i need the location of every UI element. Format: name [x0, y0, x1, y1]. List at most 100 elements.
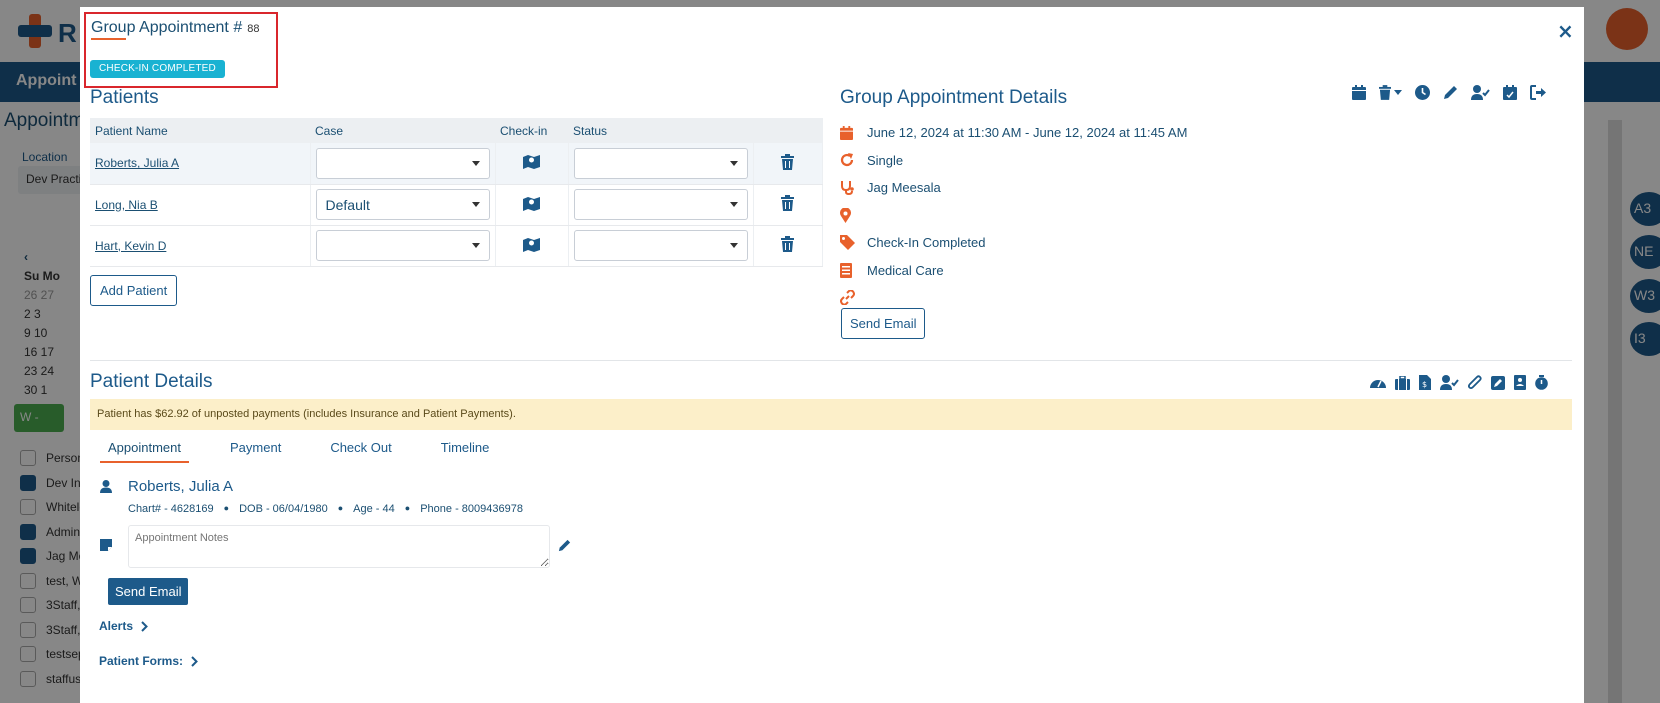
link-icon: [840, 290, 855, 306]
modal-title-text: Group Appointment #: [91, 19, 243, 36]
group-details-heading: Group Appointment Details: [840, 87, 1068, 108]
detail-provider-text: Jag Meesala: [867, 180, 941, 196]
appointment-notes-input[interactable]: [128, 525, 550, 568]
status-select[interactable]: [573, 230, 748, 261]
separator-dot: ●: [337, 503, 344, 513]
alerts-label: Alerts: [99, 619, 134, 633]
table-row[interactable]: Roberts, Julia A: [90, 143, 823, 185]
patient-link[interactable]: Hart, Kevin D: [95, 239, 166, 253]
detail-type: Medical Care: [840, 257, 1187, 285]
user-check-icon[interactable]: [1471, 85, 1490, 100]
sign-out-icon[interactable]: [1530, 85, 1546, 100]
detail-recurrence-text: Single: [867, 152, 904, 168]
trash-icon[interactable]: [781, 236, 795, 252]
chevron-down-icon: [729, 202, 738, 207]
patient-dob: DOB - 06/04/1980: [239, 503, 328, 515]
chevron-right-icon: [191, 655, 198, 667]
close-icon[interactable]: ×: [1557, 19, 1574, 43]
map-marker-icon[interactable]: [523, 237, 540, 252]
patient-forms-label: Patient Forms:: [99, 654, 184, 668]
case-select[interactable]: [315, 230, 490, 261]
sticky-note-icon: [100, 539, 112, 551]
modal-title: Group Appointment # 88: [91, 19, 259, 37]
title-underline: [91, 38, 126, 40]
column-header: Patient Name: [90, 118, 310, 143]
trash-icon: [1379, 85, 1391, 100]
pencil-icon[interactable]: [558, 539, 571, 552]
invoice-icon[interactable]: $: [1419, 375, 1431, 390]
separator-dot: ●: [223, 503, 230, 513]
case-select[interactable]: [315, 147, 490, 179]
group-appointment-modal: Group Appointment # 88 CHECK-IN COMPLETE…: [80, 7, 1584, 703]
group-send-email-button[interactable]: Send Email: [841, 308, 926, 339]
status-select[interactable]: [573, 147, 748, 179]
patient-link[interactable]: Roberts, Julia A: [95, 156, 179, 170]
chevron-down-icon: [471, 160, 480, 166]
patient-phone: Phone - 8009436978: [420, 503, 523, 515]
map-pin-icon: [840, 207, 851, 223]
group-details-list: June 12, 2024 at 11:30 AM - June 12, 202…: [840, 119, 1187, 312]
table-row[interactable]: Hart, Kevin D: [90, 225, 823, 267]
table-header: Patient Name Case Check-in Status: [90, 118, 823, 143]
chevron-right-icon: [141, 620, 148, 632]
patient-chart: Chart# - 4628169: [128, 503, 214, 515]
detail-type-text: Medical Care: [867, 262, 944, 278]
briefcase-icon[interactable]: [1395, 375, 1410, 390]
column-header: Status: [568, 118, 753, 143]
map-marker-icon[interactable]: [523, 154, 540, 170]
patient-link[interactable]: Long, Nia B: [95, 198, 158, 212]
tab-check-out[interactable]: Check Out: [322, 440, 399, 463]
patient-details-heading: Patient Details: [90, 371, 213, 392]
table-row[interactable]: Long, Nia B Default: [90, 184, 823, 226]
trash-icon[interactable]: [781, 195, 795, 211]
user-check-icon[interactable]: [1440, 375, 1459, 390]
column-header: Case: [310, 118, 495, 143]
tag-icon: [840, 235, 855, 251]
tab-appointment[interactable]: Appointment: [100, 440, 189, 463]
edit-note-icon[interactable]: [1491, 375, 1505, 390]
patient-toolbar: $: [1370, 375, 1548, 390]
user-icon: [100, 480, 112, 493]
delete-dropdown[interactable]: [1379, 85, 1402, 100]
status-select[interactable]: [573, 189, 748, 220]
chevron-down-icon: [729, 160, 738, 166]
unposted-payments-banner: Patient has $62.92 of unposted payments …: [90, 399, 1572, 430]
appointment-number: 88: [247, 23, 260, 35]
stopwatch-icon[interactable]: [1535, 375, 1548, 390]
patient-name[interactable]: Roberts, Julia A: [128, 478, 233, 495]
list-icon: [840, 262, 852, 278]
column-header-actions: [753, 118, 823, 143]
svg-text:$: $: [1422, 380, 1427, 389]
patients-table: Patient Name Case Check-in Status Robert…: [90, 118, 823, 267]
chevron-down-icon: [471, 243, 480, 248]
detail-provider: Jag Meesala: [840, 174, 1187, 202]
column-header: Check-in: [495, 118, 568, 143]
detail-recurrence: Single: [840, 147, 1187, 175]
chevron-down-icon: [1394, 90, 1402, 95]
patient-forms-toggle[interactable]: Patient Forms:: [99, 654, 198, 668]
detail-datetime: June 12, 2024 at 11:30 AM - June 12, 202…: [840, 119, 1187, 147]
calendar-icon: [840, 125, 853, 140]
alerts-toggle[interactable]: Alerts: [99, 619, 148, 633]
tab-timeline[interactable]: Timeline: [433, 440, 498, 463]
patient-meta: Chart# - 4628169 ● DOB - 06/04/1980 ● Age …: [128, 503, 523, 515]
patient-name-row: Roberts, Julia A: [100, 478, 233, 495]
detail-status: Check-In Completed: [840, 229, 1187, 257]
tab-payment[interactable]: Payment: [222, 440, 289, 463]
chevron-down-icon: [471, 202, 480, 207]
contact-card-icon[interactable]: [1514, 375, 1526, 390]
dashboard-icon[interactable]: [1370, 376, 1386, 389]
case-value: Default: [325, 196, 370, 213]
calendar-check-icon[interactable]: [1503, 85, 1517, 100]
clock-icon[interactable]: [1415, 85, 1430, 100]
detail-status-text: Check-In Completed: [867, 235, 986, 251]
paperclip-icon[interactable]: [1468, 375, 1482, 390]
add-patient-button[interactable]: Add Patient: [90, 275, 178, 306]
map-marker-icon[interactable]: [523, 196, 540, 211]
calendar-icon[interactable]: [1352, 85, 1366, 100]
pencil-icon[interactable]: [1443, 85, 1458, 100]
trash-icon[interactable]: [781, 153, 795, 170]
redo-icon: [840, 153, 854, 167]
patient-send-email-button[interactable]: Send Email: [108, 578, 189, 605]
case-select[interactable]: Default: [315, 189, 490, 220]
